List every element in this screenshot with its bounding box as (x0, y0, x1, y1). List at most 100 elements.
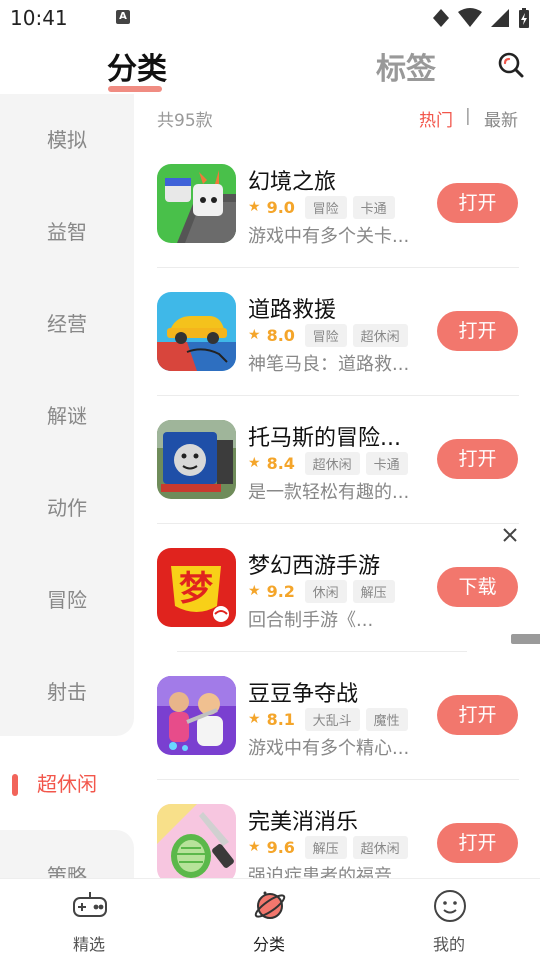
app-description: 回合制手游《... (248, 610, 374, 631)
app-list-item[interactable]: 道路救援 ★ 8.0 冒险 超休闲 神笔马良：道路救... 打开 (157, 268, 519, 396)
app-meta: ★ 8.0 冒险 超休闲 (248, 323, 414, 347)
app-tag: 魔性 (365, 707, 408, 731)
app-list-item[interactable]: 豆豆争夺战 ★ 8.1 大乱斗 魔性 游戏中有多个精心... 打开 (157, 652, 519, 780)
app-description: 强迫症患者的福音... (248, 866, 410, 878)
active-tab-underline (108, 86, 162, 92)
app-name[interactable]: 梦幻西游手游 (248, 548, 428, 580)
close-icon[interactable] (501, 526, 519, 544)
open-button[interactable]: 打开 (437, 439, 518, 479)
status-icons (432, 7, 530, 29)
app-list-item[interactable]: 托马斯的冒险... ★ 8.4 超休闲 卡通 是一款轻松有趣的... 打开 (157, 396, 519, 524)
notification-icon: A (116, 10, 130, 24)
app-meta: ★ 8.4 超休闲 卡通 (248, 451, 414, 475)
status-bar: 10:41 A (0, 0, 540, 36)
app-tag: 卡通 (352, 195, 395, 219)
star-icon: ★ (248, 199, 261, 215)
sort-hot-button[interactable]: 热门 (419, 106, 453, 131)
app-rating: 9.0 (266, 197, 295, 217)
nav-featured[interactable]: 精选 (29, 879, 149, 960)
sidebar-item-management[interactable]: 经营 (0, 278, 134, 370)
bottom-nav: 精选 分类 我的 (0, 878, 540, 960)
sidebar-item-simulation[interactable]: 模拟 (0, 94, 134, 186)
sidebar-active-indicator (12, 774, 18, 796)
tab-tags[interactable]: 标签 (376, 44, 436, 88)
sort-separator: | (465, 106, 471, 126)
app-rating: 8.1 (266, 709, 295, 729)
app-name[interactable]: 幻境之旅 (248, 164, 428, 196)
sidebar-item-action[interactable]: 动作 (0, 462, 134, 554)
smiley-icon (434, 890, 466, 922)
app-rating: 8.0 (266, 325, 295, 345)
game-count: 共95款 (157, 111, 213, 131)
nav-label: 精选 (72, 935, 105, 954)
open-button[interactable]: 打开 (437, 183, 518, 223)
sort-new-button[interactable]: 最新 (484, 106, 518, 131)
app-description: 神笔马良：道路救... (248, 354, 410, 375)
app-list-item[interactable]: 完美消消乐 ★ 9.6 解压 超休闲 强迫症患者的福音... 打开 (157, 780, 519, 878)
app-tag: 超休闲 (352, 323, 408, 347)
ad-label-mark (511, 634, 540, 644)
nav-mine[interactable]: 我的 (389, 879, 509, 960)
cell-signal-icon (491, 9, 509, 27)
wifi-icon (458, 8, 482, 27)
game-icon-road-rescue[interactable] (157, 292, 236, 371)
category-sidebar: 模拟 益智 经营 解谜 动作 冒险 射击 超休闲 策略 (0, 94, 134, 890)
nav-label: 分类 (252, 935, 285, 954)
app-list[interactable]: 幻境之旅 ★ 9.0 冒险 卡通 游戏中有多个关卡... 打开 道路救援 ★ 8… (157, 140, 519, 878)
svg-text:梦: 梦 (179, 569, 213, 609)
game-icon-menghuan[interactable]: 梦 (157, 548, 236, 627)
app-tag: 大乱斗 (304, 707, 360, 731)
app-name[interactable]: 托马斯的冒险... (248, 420, 428, 452)
star-icon: ★ (248, 583, 261, 599)
app-description: 游戏中有多个关卡... (248, 226, 410, 247)
top-tabs: 分类 标签 (0, 36, 540, 94)
game-icon-thomas[interactable] (157, 420, 236, 499)
sidebar-item-adventure[interactable]: 冒险 (0, 554, 134, 646)
app-meta: ★ 8.1 大乱斗 魔性 (248, 707, 414, 731)
sidebar-item-hypercasual[interactable]: 超休闲 (0, 738, 134, 830)
app-rating: 9.6 (266, 837, 295, 857)
app-list-item[interactable]: 幻境之旅 ★ 9.0 冒险 卡通 游戏中有多个关卡... 打开 (157, 140, 519, 268)
sidebar-item-mystery[interactable]: 解谜 (0, 370, 134, 462)
star-icon: ★ (248, 711, 261, 727)
star-icon: ★ (248, 327, 261, 343)
open-button[interactable]: 打开 (437, 311, 518, 351)
battery-icon (519, 8, 529, 28)
app-name[interactable]: 完美消消乐 (248, 804, 428, 836)
planet-icon (254, 891, 286, 919)
nav-category[interactable]: 分类 (209, 879, 329, 960)
app-tag: 超休闲 (352, 835, 408, 859)
app-tag: 冒险 (304, 323, 347, 347)
download-button[interactable]: 下载 (437, 567, 518, 607)
ad-list-item[interactable]: 梦 梦幻西游手游 ★ 9.2 休闲 解压 回合制手游《... 下载 (157, 524, 519, 652)
app-rating: 9.2 (266, 581, 295, 601)
open-button[interactable]: 打开 (437, 823, 518, 863)
app-meta: ★ 9.2 休闲 解压 (248, 579, 401, 603)
app-description: 游戏中有多个精心... (248, 738, 410, 759)
app-tag: 解压 (304, 835, 347, 859)
nav-label: 我的 (432, 935, 465, 954)
game-icon-xiaoxiaole[interactable] (157, 804, 236, 878)
app-tag: 休闲 (304, 579, 347, 603)
gamepad-icon (73, 892, 107, 917)
star-icon: ★ (248, 839, 261, 855)
search-icon[interactable] (496, 50, 526, 80)
game-icon-doudou[interactable] (157, 676, 236, 755)
tab-category[interactable]: 分类 (107, 44, 167, 88)
status-time: 10:41 (10, 6, 68, 30)
sidebar-item-shooter[interactable]: 射击 (0, 646, 134, 738)
sidebar-item-label: 超休闲 (37, 772, 97, 796)
app-rating: 8.4 (266, 453, 295, 473)
app-name[interactable]: 豆豆争夺战 (248, 676, 428, 708)
open-button[interactable]: 打开 (437, 695, 518, 735)
app-name[interactable]: 道路救援 (248, 292, 428, 324)
star-icon: ★ (248, 455, 261, 471)
app-description: 是一款轻松有趣的... (248, 482, 410, 503)
list-header: 共95款 热门 | 最新 (157, 100, 519, 134)
game-icon-huanjing[interactable] (157, 164, 236, 243)
app-tag: 冒险 (304, 195, 347, 219)
sidebar-item-puzzle[interactable]: 益智 (0, 186, 134, 278)
signal-diamond-icon (433, 9, 449, 27)
app-meta: ★ 9.0 冒险 卡通 (248, 195, 401, 219)
app-tag: 超休闲 (304, 451, 360, 475)
